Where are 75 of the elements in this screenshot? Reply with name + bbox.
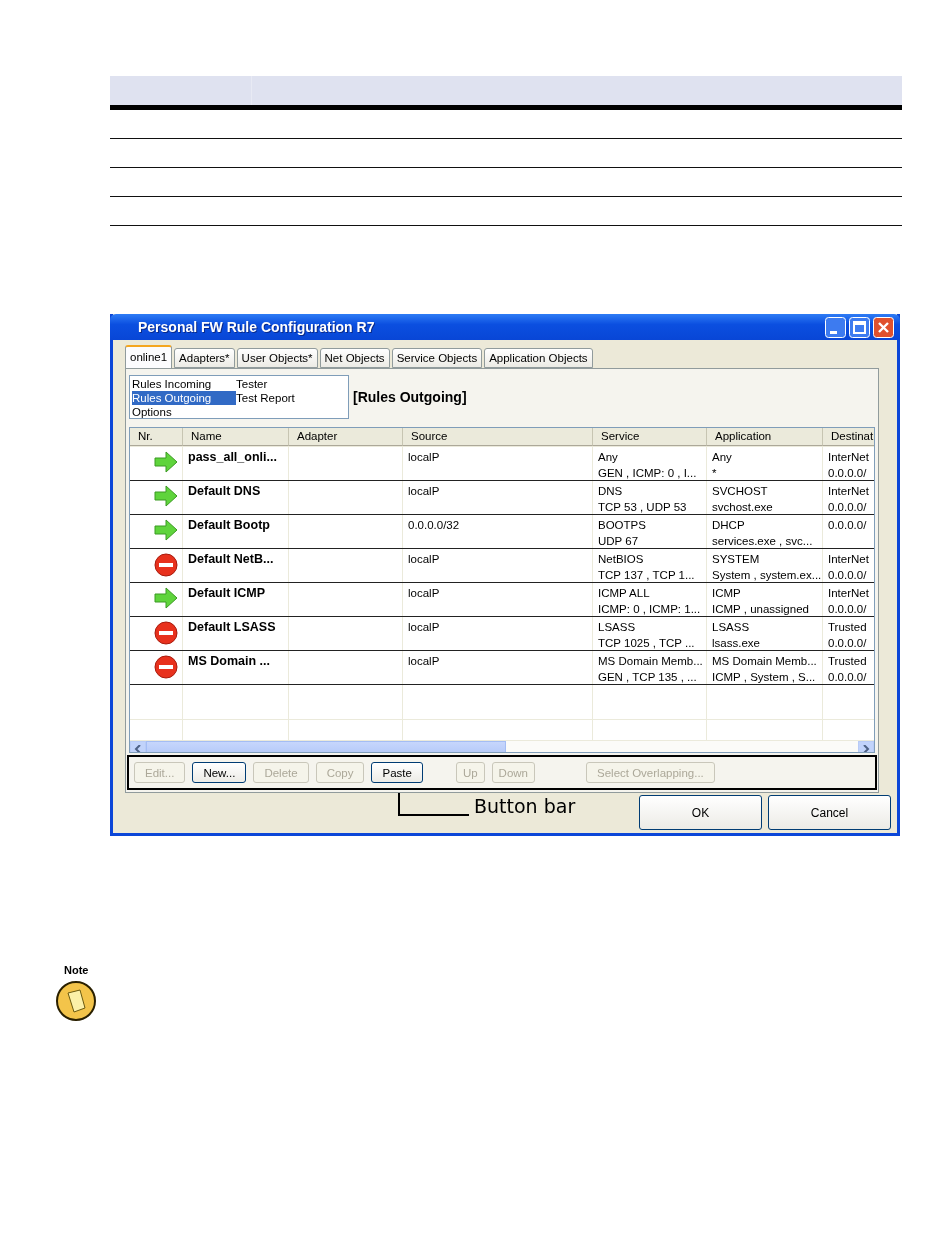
table-cell: Any * — [707, 447, 823, 480]
callout-label: Button bar — [474, 795, 576, 817]
tab[interactable]: Adapters* — [174, 348, 235, 368]
table-cell: Default NetB... — [183, 549, 289, 582]
table-cell: DNS TCP 53 , UDP 53 — [593, 481, 707, 514]
column-header[interactable]: Destinat — [823, 428, 874, 446]
tab[interactable]: User Objects* — [236, 348, 318, 368]
table-cell: localP — [403, 617, 593, 650]
chevron-right-icon — [862, 745, 870, 752]
table-cell: localP — [403, 583, 593, 616]
table-cell: localP — [403, 549, 593, 582]
table-cell: Default DNS — [183, 481, 289, 514]
column-header[interactable]: Name — [183, 428, 289, 446]
table-cell: Default ICMP — [183, 583, 289, 616]
arrow-icon — [154, 587, 178, 609]
list-item[interactable]: Tester — [236, 377, 346, 391]
table-cell: MS Domain ... — [183, 651, 289, 684]
table-cell: ICMP ALL ICMP: 0 , ICMP: 1... — [593, 583, 707, 616]
table-cell: 0.0.0.0/32 — [403, 515, 593, 548]
table-cell: InterNet 0.0.0.0/ — [823, 549, 874, 582]
table-cell: Default LSASS — [183, 617, 289, 650]
arrow-icon — [154, 485, 178, 507]
stop-icon — [154, 621, 178, 645]
table-cell: localP — [403, 447, 593, 480]
tab[interactable]: Application Objects — [484, 348, 593, 368]
table-cell: 0.0.0.0/ — [823, 515, 874, 548]
table-cell: localP — [403, 651, 593, 684]
dialog-button[interactable]: Cancel — [768, 795, 891, 830]
table-cell: ICMP ICMP , unassigned — [707, 583, 823, 616]
table-cell: InterNet 0.0.0.0/ — [823, 583, 874, 616]
table-cell: Trusted 0.0.0.0/ — [823, 617, 874, 650]
arrow-icon — [154, 451, 178, 473]
window-title: Personal FW Rule Configuration R7 — [138, 319, 376, 335]
leader-line — [398, 793, 470, 817]
column-header[interactable]: Service — [593, 428, 707, 446]
table-cell: LSASS lsass.exe — [707, 617, 823, 650]
table-cell: pass_all_onli... — [183, 447, 289, 480]
table-cell: Any GEN , ICMP: 0 , I... — [593, 447, 707, 480]
table-cell: BOOTPS UDP 67 — [593, 515, 707, 548]
stop-icon — [154, 655, 178, 679]
table-cell: localP — [403, 481, 593, 514]
list-item[interactable]: Options — [132, 405, 236, 419]
list-item[interactable]: Rules Outgoing — [132, 391, 236, 405]
chevron-left-icon — [134, 745, 142, 752]
table-cell: InterNet 0.0.0.0/ — [823, 447, 874, 480]
column-header[interactable]: Source — [403, 428, 593, 446]
note-icon — [55, 980, 97, 1022]
table-cell: Trusted 0.0.0.0/ — [823, 651, 874, 684]
stop-icon — [154, 553, 178, 577]
tab[interactable]: Service Objects — [391, 348, 483, 368]
tab[interactable]: Net Objects — [319, 348, 390, 368]
table-cell: SYSTEM System , system.ex... — [707, 549, 823, 582]
table-cell: DHCP services.exe , svc... — [707, 515, 823, 548]
arrow-icon — [154, 519, 178, 541]
table-cell: MS Domain Memb... GEN , TCP 135 , ... — [593, 651, 707, 684]
note-label: Note — [64, 964, 90, 976]
tab[interactable]: online1 — [125, 345, 173, 368]
section-heading: [Rules Outgoing] — [353, 389, 467, 405]
list-item[interactable]: Rules Incoming — [132, 377, 236, 391]
table-cell: InterNet 0.0.0.0/ — [823, 481, 874, 514]
maximize-button[interactable] — [849, 316, 870, 338]
column-header[interactable]: Adapter — [289, 428, 403, 446]
toolbar-button[interactable]: New... — [192, 762, 247, 783]
list-item[interactable]: Test Report — [236, 391, 346, 405]
table-cell: SVCHOST svchost.exe — [707, 481, 823, 514]
dialog-button[interactable]: OK — [639, 795, 762, 830]
column-header[interactable]: Nr. — [130, 428, 183, 446]
minimize-button[interactable] — [825, 316, 846, 338]
toolbar-button[interactable]: Paste — [371, 762, 423, 783]
column-header[interactable]: Application — [707, 428, 823, 446]
table-cell: Default Bootp — [183, 515, 289, 548]
table-cell: LSASS TCP 1025 , TCP ... — [593, 617, 707, 650]
table-cell: NetBIOS TCP 137 , TCP 1... — [593, 549, 707, 582]
table-cell: MS Domain Memb... ICMP , System , S... — [707, 651, 823, 684]
close-button[interactable] — [873, 316, 894, 338]
